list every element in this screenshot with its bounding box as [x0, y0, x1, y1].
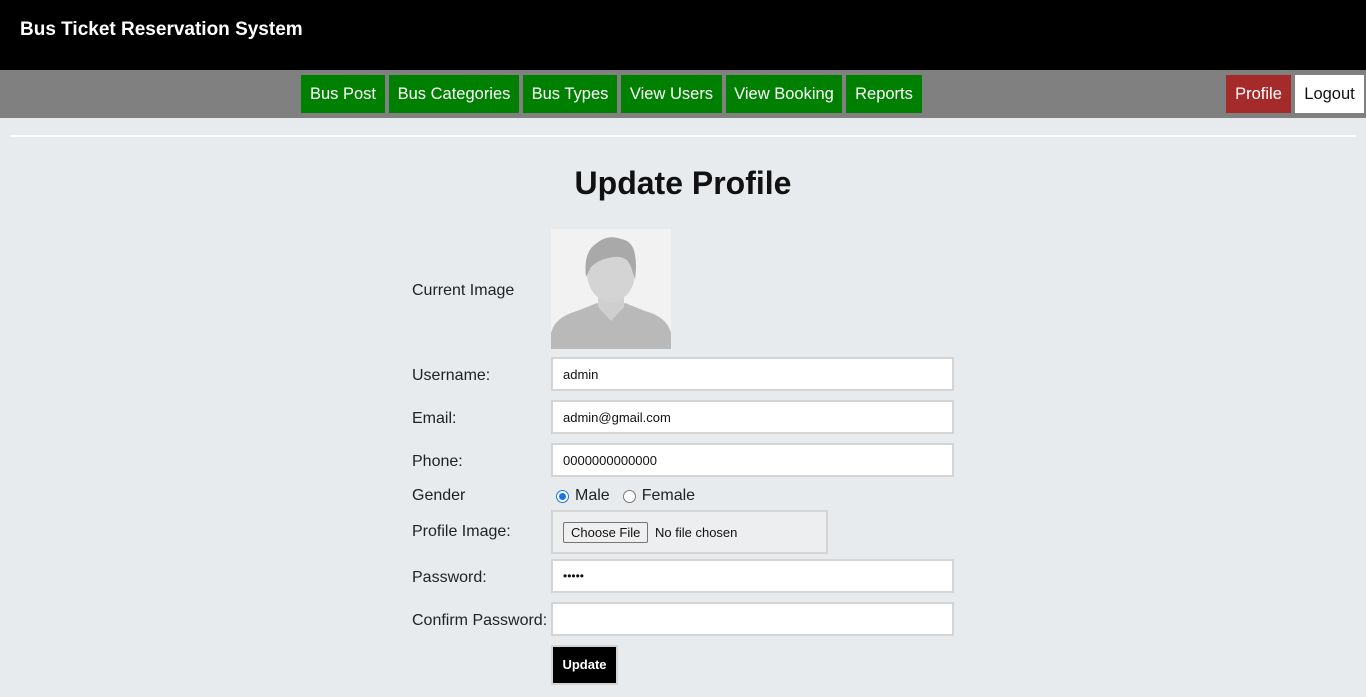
nav-item-bus-post[interactable]: Bus Post: [301, 75, 385, 113]
profile-image-label: Profile Image:: [412, 523, 511, 540]
password-field[interactable]: •••••: [551, 559, 954, 593]
logout-button[interactable]: Logout: [1295, 75, 1364, 113]
confirm-password-field[interactable]: [551, 602, 954, 636]
site-title: Bus Ticket Reservation System: [20, 19, 303, 40]
nav-item-reports[interactable]: Reports: [846, 75, 922, 113]
nav-item-bus-types[interactable]: Bus Types: [523, 75, 617, 113]
confirm-password-label: Confirm Password:: [412, 612, 548, 629]
username-label: Username:: [412, 367, 491, 384]
profile-button[interactable]: Profile: [1226, 75, 1291, 113]
gender-male-label: Male: [575, 487, 610, 504]
nav-bar: Bus Post Bus Categories Bus Types View U…: [0, 70, 1366, 118]
phone-label: Phone:: [412, 453, 463, 470]
update-button[interactable]: Update: [551, 645, 618, 685]
username-field[interactable]: [551, 357, 954, 391]
divider: [10, 135, 1356, 137]
gender-male-radio[interactable]: [556, 489, 569, 503]
user-silhouette-icon: [551, 229, 671, 349]
gender-options: Male Female: [553, 486, 695, 506]
gender-female-label: Female: [641, 487, 696, 504]
choose-file-button[interactable]: Choose File: [563, 522, 649, 543]
file-status: No file chosen: [655, 525, 738, 540]
page-title: Update Profile: [574, 165, 792, 201]
gender-label: Gender: [412, 487, 466, 504]
nav-item-view-users[interactable]: View Users: [621, 75, 722, 113]
header-bar: Bus Ticket Reservation System: [0, 0, 1366, 70]
nav-item-bus-categories[interactable]: Bus Categories: [389, 75, 519, 113]
email-field[interactable]: [551, 400, 954, 434]
gender-female-radio[interactable]: [622, 489, 636, 503]
phone-field[interactable]: [551, 443, 954, 477]
nav-item-view-booking[interactable]: View Booking: [726, 75, 842, 113]
email-label: Email:: [412, 410, 457, 427]
password-label: Password:: [412, 569, 487, 586]
current-image-label: Current Image: [412, 282, 515, 299]
file-upload: Choose File No file chosen: [551, 510, 828, 554]
